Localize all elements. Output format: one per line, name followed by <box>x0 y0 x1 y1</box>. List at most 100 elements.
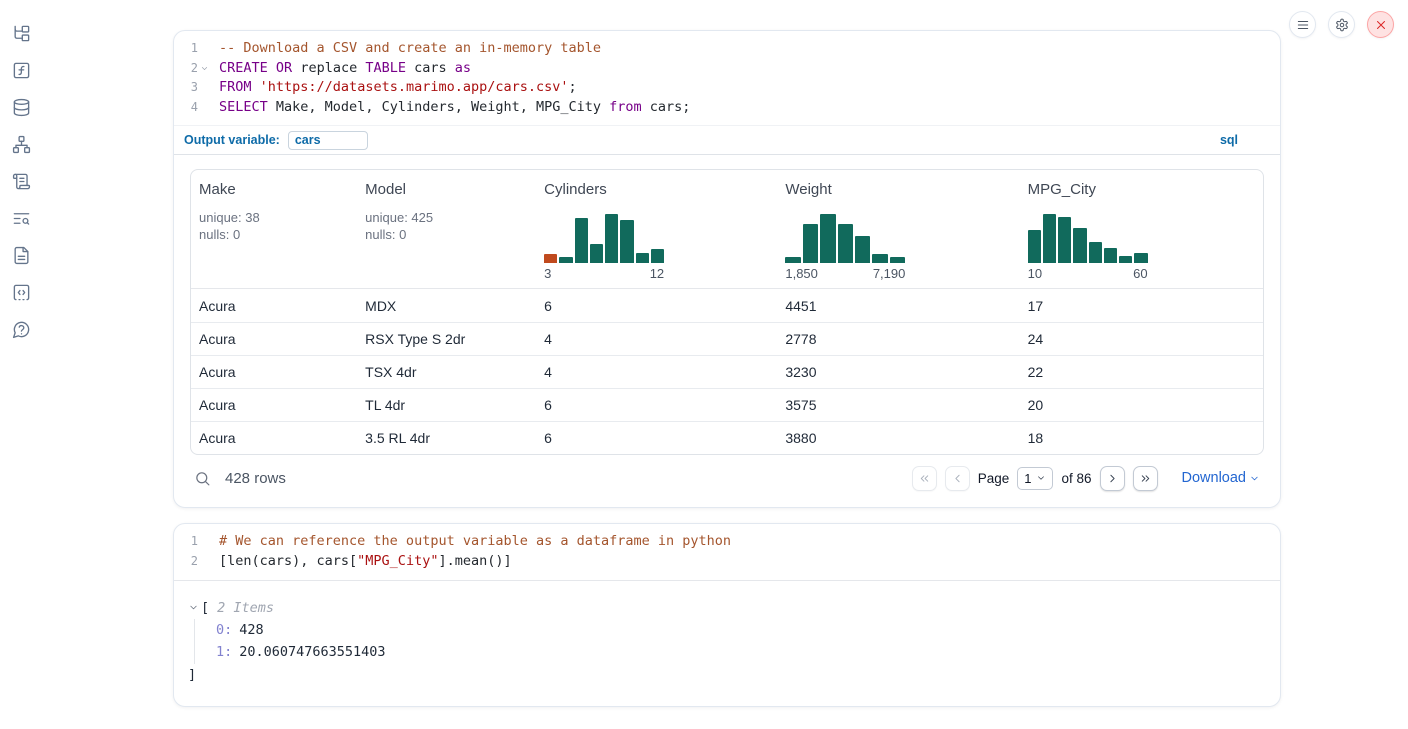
table-cell: Acura <box>191 331 357 347</box>
table-header: Makeunique: 38nulls: 0Modelunique: 425nu… <box>191 170 1263 289</box>
table-cell: Acura <box>191 397 357 413</box>
fold-chevron-icon <box>198 102 210 114</box>
language-badge[interactable]: sql <box>1220 133 1238 147</box>
python-output: [2 Items0:4281:20.060747663551403] <box>174 581 1280 706</box>
line-number: 2 <box>174 59 210 79</box>
table-cell: TSX 4dr <box>357 364 536 380</box>
histogram-bar <box>575 218 588 263</box>
table-cell: 4 <box>536 364 777 380</box>
function-square-icon[interactable] <box>10 59 32 81</box>
code-line[interactable]: 1# We can reference the output variable … <box>174 532 1280 552</box>
column-name: Make <box>199 181 349 198</box>
python-cell: 1# We can reference the output variable … <box>173 523 1281 706</box>
tree-entry: 1:20.060747663551403 <box>216 641 1266 664</box>
chevron-down-icon <box>1249 473 1260 484</box>
output-variable-input[interactable] <box>288 131 368 150</box>
page-select[interactable]: 1 <box>1017 467 1053 490</box>
table-body: AcuraMDX6445117AcuraRSX Type S 2dr427782… <box>191 289 1263 454</box>
column-header-mpg_city[interactable]: MPG_City1060 <box>1020 170 1263 288</box>
first-page-button[interactable] <box>912 466 937 491</box>
table-cell: RSX Type S 2dr <box>357 331 536 347</box>
output-variable-label: Output variable: <box>184 133 280 147</box>
table-cell: 4451 <box>777 298 1019 314</box>
table-cell: 3.5 RL 4dr <box>357 430 536 446</box>
histogram-bar <box>838 224 853 263</box>
code-line[interactable]: 2CREATE OR replace TABLE cars as <box>174 59 1280 79</box>
close-icon <box>1374 18 1388 32</box>
notebook: 1-- Download a CSV and create an in-memo… <box>173 30 1281 707</box>
histogram-bar <box>1028 230 1041 263</box>
histogram-bar <box>651 249 664 263</box>
file-tree-icon[interactable] <box>10 22 32 44</box>
next-page-button[interactable] <box>1100 466 1125 491</box>
chevron-right-icon <box>1106 472 1119 485</box>
table-row: AcuraRSX Type S 2dr4277824 <box>191 322 1263 355</box>
table-cell: 6 <box>536 298 777 314</box>
search-icon[interactable] <box>194 470 211 487</box>
code-line[interactable]: 1-- Download a CSV and create an in-memo… <box>174 39 1280 59</box>
document-icon[interactable] <box>10 244 32 266</box>
tree-entry: 0:428 <box>216 619 1266 642</box>
column-header-make[interactable]: Makeunique: 38nulls: 0 <box>191 170 357 288</box>
settings-button[interactable] <box>1328 11 1355 38</box>
column-stats: unique: 425nulls: 0 <box>365 209 528 243</box>
menu-icon <box>1296 18 1310 32</box>
table-cell: Acura <box>191 430 357 446</box>
sql-editor[interactable]: 1-- Download a CSV and create an in-memo… <box>174 31 1280 125</box>
column-histogram: 312 <box>544 211 664 281</box>
dependency-graph-icon[interactable] <box>10 133 32 155</box>
code-line[interactable]: 4SELECT Make, Model, Cylinders, Weight, … <box>174 98 1280 118</box>
table-cell: 17 <box>1020 298 1263 314</box>
table-cell: 24 <box>1020 331 1263 347</box>
histogram-bar <box>855 236 870 263</box>
tree-open-bracket: [ <box>201 597 209 619</box>
code-line[interactable]: 2[len(cars), cars["MPG_City"].mean()] <box>174 552 1280 572</box>
table-cell: 6 <box>536 430 777 446</box>
chevron-down-icon <box>1036 473 1046 483</box>
table-cell: 2778 <box>777 331 1019 347</box>
fold-chevron-icon <box>198 556 210 568</box>
histogram-range-labels: 1,8507,190 <box>785 266 905 281</box>
code-text: [len(cars), cars["MPG_City"].mean()] <box>210 552 512 572</box>
table-cell: TL 4dr <box>357 397 536 413</box>
column-header-cylinders[interactable]: Cylinders 312 <box>536 170 777 288</box>
column-header-weight[interactable]: Weight1,8507,190 <box>777 170 1019 288</box>
column-histogram: 1,8507,190 <box>785 211 905 281</box>
table-cell: 18 <box>1020 430 1263 446</box>
code-text: # We can reference the output variable a… <box>210 532 731 552</box>
table-row: AcuraMDX6445117 <box>191 289 1263 322</box>
table-cell: 3230 <box>777 364 1019 380</box>
row-count: 428 rows <box>225 470 286 487</box>
menu-button[interactable] <box>1289 11 1316 38</box>
panel-sidebar <box>10 22 32 340</box>
histogram-bar <box>890 257 905 263</box>
column-name: Cylinders <box>544 181 769 198</box>
column-histogram: 1060 <box>1028 211 1148 281</box>
histogram-bar <box>1089 242 1102 263</box>
histogram-bar <box>590 244 603 263</box>
histogram-bar <box>820 214 835 263</box>
column-header-model[interactable]: Modelunique: 425nulls: 0 <box>357 170 536 288</box>
help-chat-icon[interactable] <box>10 318 32 340</box>
chevrons-right-icon <box>1139 472 1152 485</box>
code-line[interactable]: 3FROM 'https://datasets.marimo.app/cars.… <box>174 78 1280 98</box>
database-icon[interactable] <box>10 96 32 118</box>
prev-page-button[interactable] <box>945 466 970 491</box>
histogram-bar <box>785 257 800 263</box>
last-page-button[interactable] <box>1133 466 1158 491</box>
python-editor[interactable]: 1# We can reference the output variable … <box>174 524 1280 579</box>
text-search-icon[interactable] <box>10 207 32 229</box>
code-text: SELECT Make, Model, Cylinders, Weight, M… <box>210 98 690 118</box>
fold-chevron-icon[interactable] <box>198 62 210 74</box>
line-number: 1 <box>174 39 210 59</box>
tree-collapse-icon[interactable] <box>188 601 201 614</box>
scroll-log-icon[interactable] <box>10 170 32 192</box>
snippets-icon[interactable] <box>10 281 32 303</box>
chevron-left-icon <box>951 472 964 485</box>
download-button[interactable]: Download <box>1182 470 1261 486</box>
table-cell: 3575 <box>777 397 1019 413</box>
shutdown-button[interactable] <box>1367 11 1394 38</box>
chevrons-left-icon <box>918 472 931 485</box>
table-cell: 4 <box>536 331 777 347</box>
histogram-bar <box>803 224 818 263</box>
